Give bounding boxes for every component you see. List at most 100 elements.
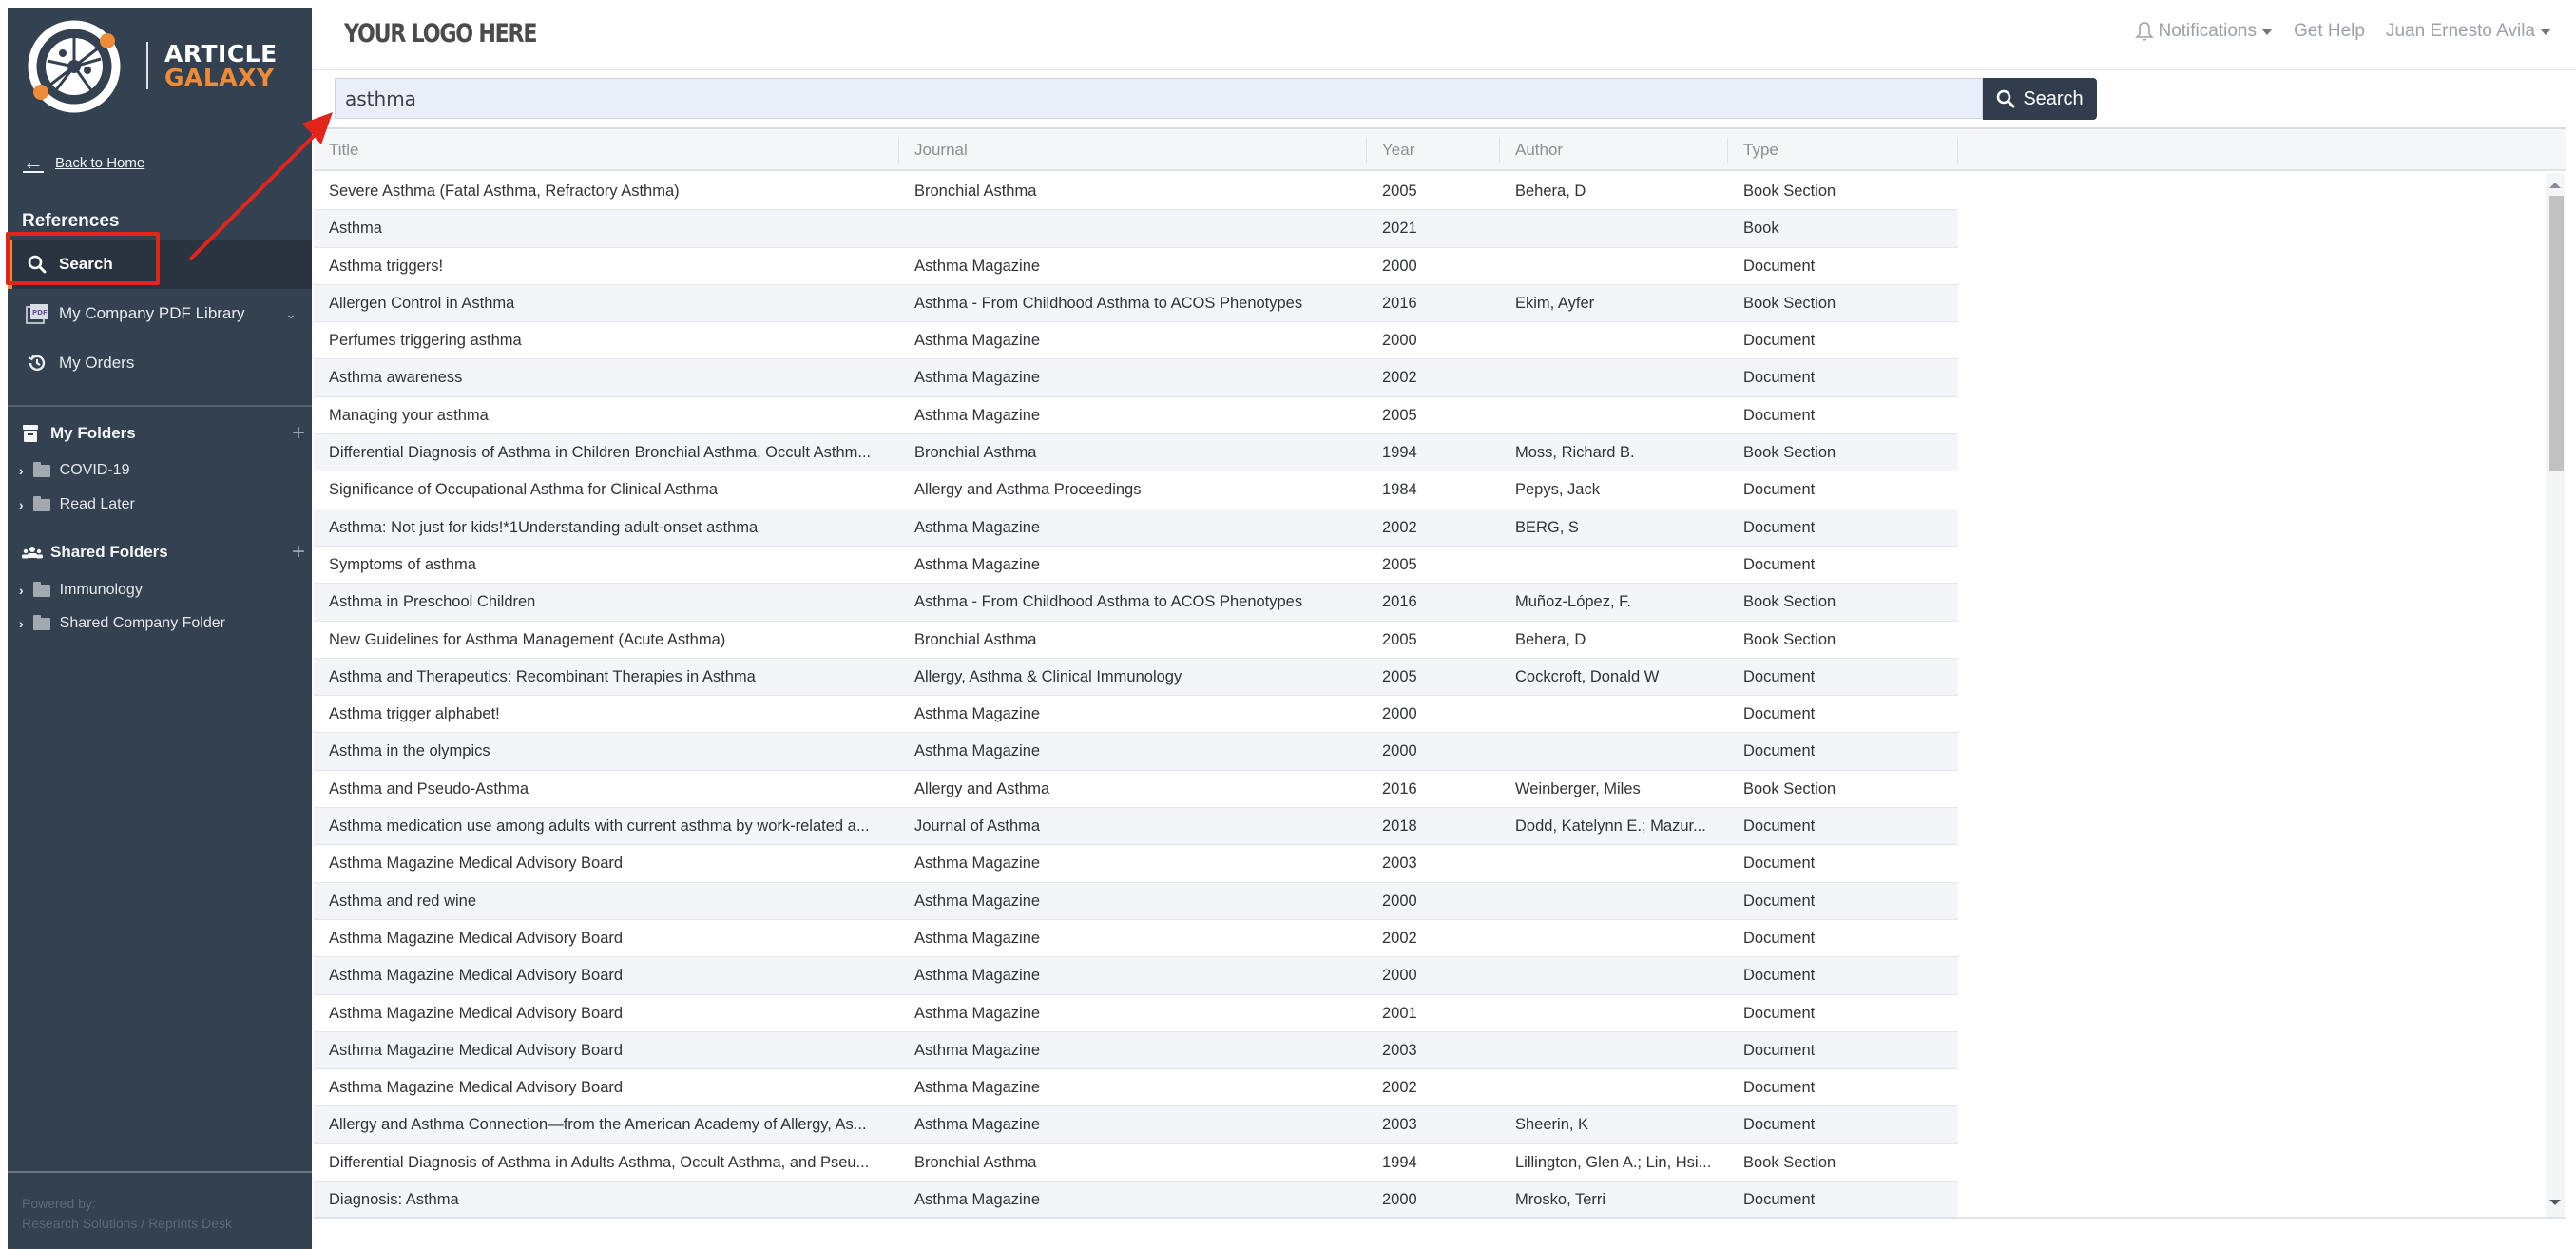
table-row[interactable]: Asthma: Not just for kids!*1Understandin… xyxy=(314,509,1958,547)
table-row[interactable]: Asthma Magazine Medical Advisory Board As… xyxy=(314,957,1958,995)
cell-title: Asthma: Not just for kids!*1Understandin… xyxy=(329,518,759,536)
chevron-right-icon[interactable]: › xyxy=(19,583,24,598)
folder-label: Shared Company Folder xyxy=(59,615,225,631)
table-row[interactable]: Asthma triggers! Asthma Magazine 2000 Docum… xyxy=(314,247,1958,285)
folder-item[interactable]: › Immunology xyxy=(19,581,143,599)
table-row[interactable]: Asthma and Therapeutics: Recombinant The… xyxy=(314,658,1958,697)
table-row[interactable]: Asthma 2021 Book xyxy=(314,210,1958,248)
cell-author: Sheerin, K xyxy=(1515,1116,1589,1134)
table-row[interactable]: Asthma trigger alphabet! Asthma Magazine 2… xyxy=(314,696,1958,734)
cell-title: Asthma Magazine Medical Advisory Board xyxy=(329,967,624,985)
table-row[interactable]: Asthma and Pseudo-Asthma Allergy and Asth… xyxy=(314,770,1958,809)
column-header-author[interactable]: Author xyxy=(1500,129,1728,171)
top-bar: YOUR LOGO HERE Notifications Get Help Ju… xyxy=(312,0,2576,70)
cell-year: 2016 xyxy=(1382,593,1417,611)
user-name: Juan Ernesto Avila xyxy=(2385,21,2535,41)
table-row[interactable]: Asthma and red wine Asthma Magazine 2000 Do… xyxy=(314,882,1958,920)
cell-author xyxy=(1500,1032,1728,1069)
user-menu[interactable]: Juan Ernesto Avila xyxy=(2386,21,2551,42)
cell-journal: Asthma Magazine xyxy=(914,705,1041,723)
table-row[interactable]: Differential Diagnosis of Asthma in Adul… xyxy=(314,1143,1958,1182)
column-header-journal[interactable]: Journal xyxy=(899,129,1367,171)
cell-journal: Bronchial Asthma xyxy=(914,444,1037,462)
cell-year: 1984 xyxy=(1382,481,1417,499)
vertical-scrollbar[interactable] xyxy=(2546,173,2565,1217)
cell-title: Differential Diagnosis of Asthma in Chil… xyxy=(329,444,872,462)
cell-journal: Asthma Magazine xyxy=(914,855,1041,873)
cell-journal: Asthma Magazine xyxy=(914,1041,1041,1059)
results-table: Title Journal Year Author Type Severe As… xyxy=(314,127,2566,1220)
table-row[interactable]: Asthma Magazine Medical Advisory Board As… xyxy=(314,845,1958,883)
cell-title: Asthma Magazine Medical Advisory Board xyxy=(329,1041,624,1059)
scroll-up-icon[interactable] xyxy=(2549,183,2561,188)
shared-folders-heading: Shared Folders + xyxy=(22,539,307,565)
cell-type: Document xyxy=(1743,892,1816,910)
cell-journal: Allergy, Asthma & Clinical Immunology xyxy=(914,667,1182,685)
cell-title: Diagnosis: Asthma xyxy=(329,1191,459,1209)
table-row[interactable]: Diagnosis: Asthma Asthma Magazine 2000 Mros… xyxy=(314,1182,1958,1220)
table-row[interactable]: Asthma Magazine Medical Advisory Board As… xyxy=(314,994,1958,1032)
column-header-title[interactable]: Title xyxy=(314,129,899,171)
cell-journal: Allergy and Asthma Proceedings xyxy=(914,481,1142,499)
folder-item[interactable]: › COVID-19 xyxy=(19,461,129,479)
chevron-right-icon[interactable]: › xyxy=(19,497,24,512)
cell-author xyxy=(1500,920,1728,957)
table-row[interactable]: Asthma medication use among adults with … xyxy=(314,808,1958,846)
get-help-link[interactable]: Get Help xyxy=(2294,21,2365,42)
cell-author: BERG, S xyxy=(1515,518,1579,536)
table-row[interactable]: Asthma Magazine Medical Advisory Board As… xyxy=(314,1069,1958,1107)
table-row[interactable]: Managing your asthma Asthma Magazine 2005 D… xyxy=(314,396,1958,435)
table-row[interactable]: Allergen Control in Asthma Asthma - From … xyxy=(314,284,1958,323)
folder-item[interactable]: › Shared Company Folder xyxy=(19,614,225,632)
column-header-type[interactable]: Type xyxy=(1728,129,1958,171)
cell-author xyxy=(1500,733,1728,770)
folder-icon xyxy=(32,461,50,477)
add-folder-icon[interactable]: + xyxy=(292,420,305,447)
search-input[interactable] xyxy=(335,78,1983,119)
sidebar-item-pdf-library[interactable]: PDF My Company PDF Library ⌄ xyxy=(8,289,312,338)
search-icon xyxy=(1997,89,2015,108)
cell-year: 2016 xyxy=(1382,294,1417,312)
table-row[interactable]: Asthma in the olympics Asthma Magazine 200… xyxy=(314,733,1958,771)
cell-type: Document xyxy=(1743,667,1816,685)
cell-author xyxy=(1500,397,1728,434)
cell-journal: Asthma Magazine xyxy=(914,406,1041,424)
table-row[interactable]: Differential Diagnosis of Asthma in Chil… xyxy=(314,434,1958,472)
scrollbar-thumb[interactable] xyxy=(2549,196,2564,471)
sidebar-item-search[interactable]: Search xyxy=(8,240,312,289)
folder-icon xyxy=(32,581,50,597)
cell-title: Asthma Magazine Medical Advisory Board xyxy=(329,855,624,873)
scroll-down-icon[interactable] xyxy=(2549,1200,2561,1205)
brand-divider xyxy=(146,42,148,89)
folder-item[interactable]: › Read Later xyxy=(19,495,135,513)
column-header-year[interactable]: Year xyxy=(1367,129,1500,171)
cell-journal: Asthma Magazine xyxy=(914,1004,1041,1022)
table-row[interactable]: Severe Asthma (Fatal Asthma, Refractory … xyxy=(314,173,1958,211)
search-button[interactable]: Search xyxy=(1983,78,2097,120)
chevron-right-icon[interactable]: › xyxy=(19,463,24,478)
cell-type: Document xyxy=(1743,705,1816,723)
bell-icon xyxy=(2135,22,2155,41)
cell-year: 2005 xyxy=(1382,183,1417,200)
add-shared-folder-icon[interactable]: + xyxy=(292,539,305,566)
table-bottom-border xyxy=(314,1217,2566,1219)
table-row[interactable]: New Guidelines for Asthma Management (Ac… xyxy=(314,621,1958,659)
chevron-down-icon[interactable]: ⌄ xyxy=(285,306,297,322)
table-row[interactable]: Asthma awareness Asthma Magazine 2002 Docum… xyxy=(314,359,1958,397)
cell-year: 2002 xyxy=(1382,518,1417,536)
table-row[interactable]: Asthma Magazine Medical Advisory Board As… xyxy=(314,919,1958,958)
cell-type: Document xyxy=(1743,742,1816,760)
chevron-right-icon[interactable]: › xyxy=(19,616,24,631)
table-row[interactable]: Asthma Magazine Medical Advisory Board As… xyxy=(314,1031,1958,1070)
table-row[interactable]: Asthma in Preschool Children Asthma - Fro… xyxy=(314,584,1958,622)
cell-title: New Guidelines for Asthma Management (Ac… xyxy=(329,630,726,648)
notifications-menu[interactable]: Notifications xyxy=(2135,21,2273,42)
table-row[interactable]: Allergy and Asthma Connection—from the A… xyxy=(314,1106,1958,1144)
table-row[interactable]: Symptoms of asthma Asthma Magazine 2005 Doc… xyxy=(314,546,1958,585)
cell-year: 2005 xyxy=(1382,555,1417,573)
brand-logo[interactable]: ARTICLE GALAXY xyxy=(17,13,302,113)
sidebar-item-my-orders[interactable]: My Orders xyxy=(8,338,312,388)
table-row[interactable]: Perfumes triggering asthma Asthma Magazin… xyxy=(314,322,1958,360)
back-to-home-link[interactable]: ← Back to Home xyxy=(23,150,144,175)
table-row[interactable]: Significance of Occupational Asthma for … xyxy=(314,471,1958,509)
